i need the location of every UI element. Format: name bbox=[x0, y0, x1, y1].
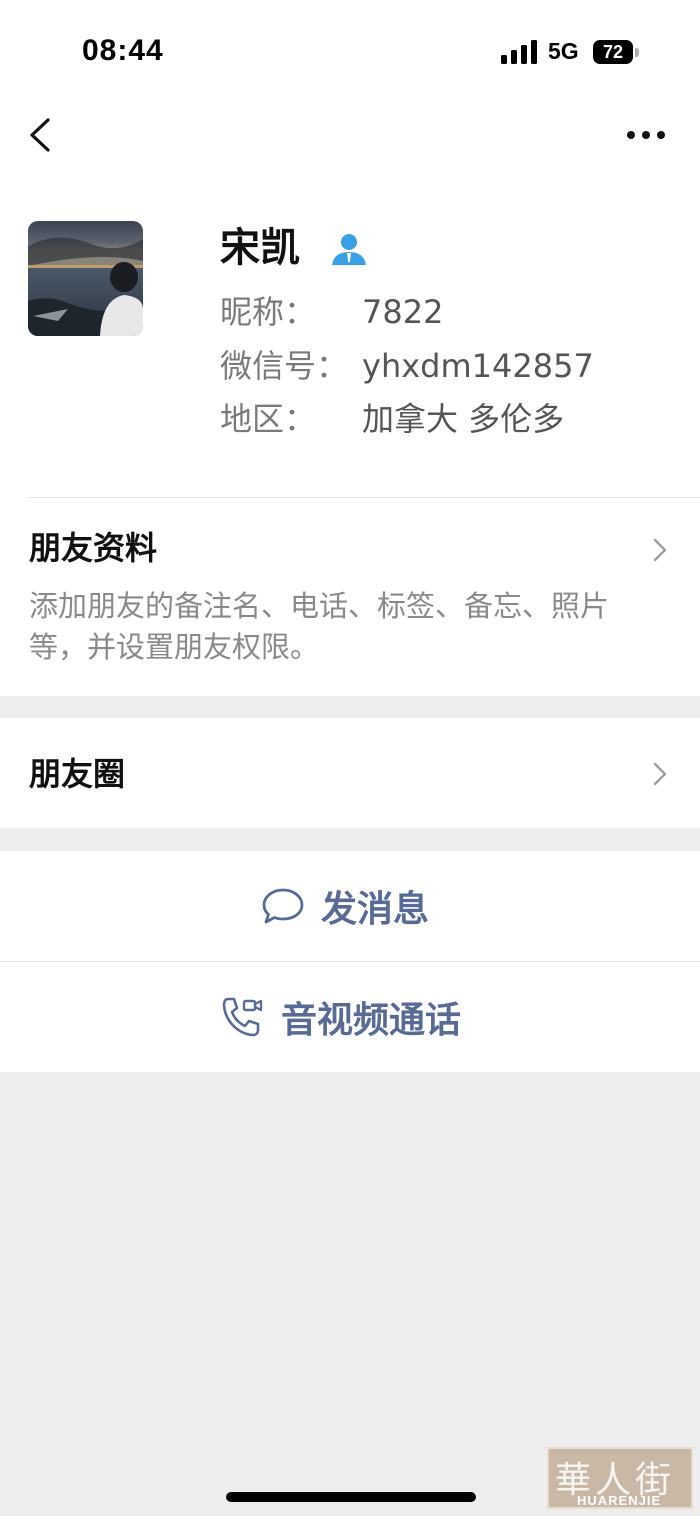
contact-person-icon bbox=[332, 234, 366, 265]
region-label: 地区： bbox=[220, 400, 317, 438]
chevron-right-icon bbox=[653, 762, 667, 786]
wechat-id-value[interactable]: yhxdm142857 bbox=[362, 344, 594, 388]
chevron-right-icon bbox=[653, 538, 667, 562]
chat-bubble-icon bbox=[262, 888, 304, 924]
nav-bar bbox=[0, 90, 700, 180]
wechat-id-label: 微信号： bbox=[220, 347, 349, 385]
av-call-content: 音视频通话 bbox=[219, 962, 461, 1072]
battery-nub bbox=[635, 48, 639, 57]
av-call-button[interactable]: 音视频通话 bbox=[0, 962, 700, 1072]
contact-name: 宋凯 bbox=[220, 225, 300, 271]
status-bar: 08:44 5G 72 bbox=[0, 0, 700, 90]
friend-info-title: 朋友资料 bbox=[29, 529, 158, 567]
home-indicator[interactable] bbox=[226, 1492, 476, 1502]
watermark-logo: 華人街 HUARENJIE bbox=[547, 1447, 693, 1509]
phone-video-icon bbox=[222, 997, 263, 1037]
send-message-label: 发消息 bbox=[321, 889, 430, 930]
cellular-signal-icon bbox=[501, 40, 537, 64]
moments-item[interactable]: 朋友圈 bbox=[0, 718, 700, 828]
watermark-text: HUARENJIE bbox=[577, 1493, 662, 1508]
friend-info-description: 添加朋友的备注名、电话、标签、备忘、照片等，并设置朋友权限。 bbox=[29, 589, 610, 664]
chevron-left-icon[interactable] bbox=[22, 114, 62, 156]
nickname-label: 昵称： bbox=[220, 293, 317, 331]
more-dots-icon[interactable] bbox=[620, 120, 672, 150]
profile-header: 宋凯 昵称： 7822 微信号： yhxdm142857 地区： 加拿大 多伦多 bbox=[0, 180, 700, 498]
battery-icon: 72 bbox=[593, 40, 633, 64]
nickname-value: 7822 bbox=[362, 293, 444, 331]
send-message-content: 发消息 bbox=[261, 851, 429, 961]
status-time: 08:44 bbox=[82, 34, 164, 67]
moments-title: 朋友圈 bbox=[29, 755, 126, 793]
av-call-label: 音视频通话 bbox=[281, 1000, 462, 1041]
send-message-button[interactable]: 发消息 bbox=[0, 851, 700, 961]
network-type: 5G bbox=[548, 38, 579, 64]
avatar[interactable] bbox=[28, 221, 143, 336]
region-value: 加拿大 多伦多 bbox=[362, 400, 565, 438]
friend-info-item[interactable]: 朋友资料 添加朋友的备注名、电话、标签、备忘、照片等，并设置朋友权限。 bbox=[0, 498, 700, 696]
avatar-photo bbox=[28, 221, 143, 336]
battery-level: 72 bbox=[602, 41, 624, 62]
